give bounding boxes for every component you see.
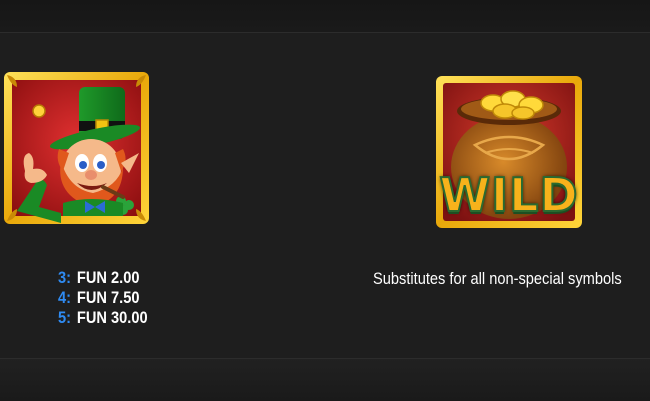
payout-row: 4: FUN 7.50 [58,288,148,308]
pot-of-gold-wild-icon: WILD [435,75,583,229]
payout-count: 3: [58,268,72,287]
leprechaun-payouts: 3: FUN 2.00 4: FUN 7.50 5: FUN 30.00 [58,268,148,328]
wild-label: WILD [438,168,579,222]
payout-count: 5: [58,308,72,327]
leprechaun-symbol-icon [3,71,150,225]
payout-value: FUN 30.00 [76,308,148,327]
payout-value: FUN 2.00 [76,268,140,287]
top-bar [0,0,650,33]
payout-count: 4: [58,288,72,307]
payout-row: 3: FUN 2.00 [58,268,148,288]
wild-description: Substitutes for all non-special symbols [373,269,622,288]
payout-value: FUN 7.50 [76,288,140,307]
bottom-bar [0,358,650,401]
payout-row: 5: FUN 30.00 [58,308,148,328]
